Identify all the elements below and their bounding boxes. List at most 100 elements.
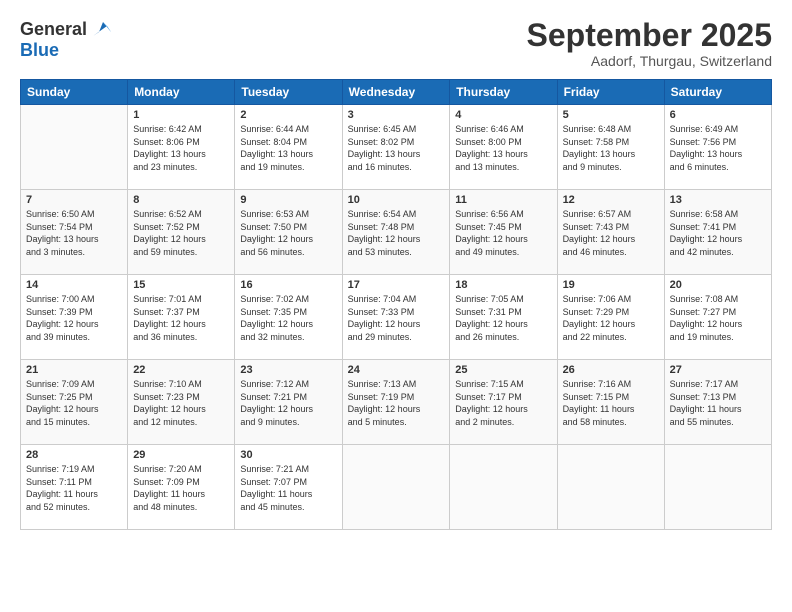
calendar-cell [557, 445, 664, 530]
day-info: Sunrise: 7:17 AMSunset: 7:13 PMDaylight:… [670, 378, 766, 428]
calendar-cell: 5 Sunrise: 6:48 AMSunset: 7:58 PMDaylight… [557, 105, 664, 190]
day-info: Sunrise: 7:01 AMSunset: 7:37 PMDaylight:… [133, 293, 229, 343]
week-row-2: 7 Sunrise: 6:50 AMSunset: 7:54 PMDaylight… [21, 190, 772, 275]
title-block: September 2025 Aadorf, Thurgau, Switzerl… [527, 18, 772, 69]
calendar-cell: 20Sunrise: 7:08 AMSunset: 7:27 PMDayligh… [664, 275, 771, 360]
week-row-3: 14 Sunrise: 7:00 AMSunset: 7:39 PMDayligh… [21, 275, 772, 360]
day-number: 19 [563, 279, 659, 291]
day-number: 30 [240, 449, 336, 461]
day-info: Sunrise: 7:12 AMSunset: 7:21 PMDaylight:… [240, 378, 336, 428]
day-number: 23 [240, 364, 336, 376]
day-info: Sunrise: 6:53 AMSunset: 7:50 PMDaylight:… [240, 208, 336, 258]
day-info: Sunrise: 7:09 AMSunset: 7:25 PMDaylight:… [26, 378, 122, 428]
calendar-cell: 9 Sunrise: 6:53 AMSunset: 7:50 PMDaylight… [235, 190, 342, 275]
day-info: Sunrise: 7:10 AMSunset: 7:23 PMDaylight:… [133, 378, 229, 428]
day-info: Sunrise: 7:06 AMSunset: 7:29 PMDaylight:… [563, 293, 659, 343]
day-info: Sunrise: 7:21 AMSunset: 7:07 PMDaylight:… [240, 463, 336, 513]
calendar-cell: 21 Sunrise: 7:09 AMSunset: 7:25 PMDayligh… [21, 360, 128, 445]
day-number: 1 [133, 109, 229, 121]
calendar-cell: 1 Sunrise: 6:42 AMSunset: 8:06 PMDaylight… [128, 105, 235, 190]
calendar-cell [21, 105, 128, 190]
calendar-cell: 10 Sunrise: 6:54 AMSunset: 7:48 PMDayligh… [342, 190, 450, 275]
day-info: Sunrise: 6:57 AMSunset: 7:43 PMDaylight:… [563, 208, 659, 258]
day-number: 5 [563, 109, 659, 121]
calendar-cell [450, 445, 557, 530]
day-number: 28 [26, 449, 122, 461]
calendar-cell: 29Sunrise: 7:20 AMSunset: 7:09 PMDayligh… [128, 445, 235, 530]
calendar-cell: 6Sunrise: 6:49 AMSunset: 7:56 PMDaylight… [664, 105, 771, 190]
day-number: 15 [133, 279, 229, 291]
weekday-header-monday: Monday [128, 80, 235, 105]
logo-blue-text: Blue [20, 40, 59, 61]
day-number: 24 [348, 364, 445, 376]
day-info: Sunrise: 7:15 AMSunset: 7:17 PMDaylight:… [455, 378, 551, 428]
weekday-header-tuesday: Tuesday [235, 80, 342, 105]
calendar-table: SundayMondayTuesdayWednesdayThursdayFrid… [20, 79, 772, 530]
day-info: Sunrise: 7:00 AMSunset: 7:39 PMDaylight:… [26, 293, 122, 343]
calendar-cell: 27 Sunrise: 7:17 AMSunset: 7:13 PMDayligh… [664, 360, 771, 445]
weekday-header-friday: Friday [557, 80, 664, 105]
calendar-cell [342, 445, 450, 530]
calendar-cell: 26Sunrise: 7:16 AMSunset: 7:15 PMDayligh… [557, 360, 664, 445]
weekday-header-wednesday: Wednesday [342, 80, 450, 105]
day-number: 18 [455, 279, 551, 291]
day-number: 14 [26, 279, 122, 291]
location-subtitle: Aadorf, Thurgau, Switzerland [527, 53, 772, 69]
calendar-cell: 13 Sunrise: 6:58 AMSunset: 7:41 PMDayligh… [664, 190, 771, 275]
day-number: 9 [240, 194, 336, 206]
day-info: Sunrise: 6:48 AMSunset: 7:58 PMDaylight:… [563, 123, 659, 173]
day-info: Sunrise: 6:42 AMSunset: 8:06 PMDaylight:… [133, 123, 229, 173]
logo-icon [89, 18, 111, 40]
calendar-cell: 17Sunrise: 7:04 AMSunset: 7:33 PMDayligh… [342, 275, 450, 360]
month-title: September 2025 [527, 18, 772, 53]
day-number: 13 [670, 194, 766, 206]
day-number: 21 [26, 364, 122, 376]
day-number: 29 [133, 449, 229, 461]
weekday-header-sunday: Sunday [21, 80, 128, 105]
day-info: Sunrise: 6:54 AMSunset: 7:48 PMDaylight:… [348, 208, 445, 258]
calendar-cell: 23 Sunrise: 7:12 AMSunset: 7:21 PMDayligh… [235, 360, 342, 445]
day-info: Sunrise: 7:04 AMSunset: 7:33 PMDaylight:… [348, 293, 445, 343]
week-row-4: 21 Sunrise: 7:09 AMSunset: 7:25 PMDayligh… [21, 360, 772, 445]
logo-general-text: General [20, 19, 87, 40]
day-info: Sunrise: 6:50 AMSunset: 7:54 PMDaylight:… [26, 208, 122, 258]
calendar-cell: 16 Sunrise: 7:02 AMSunset: 7:35 PMDayligh… [235, 275, 342, 360]
day-info: Sunrise: 7:08 AMSunset: 7:27 PMDaylight:… [670, 293, 766, 343]
day-number: 27 [670, 364, 766, 376]
day-number: 8 [133, 194, 229, 206]
day-info: Sunrise: 6:45 AMSunset: 8:02 PMDaylight:… [348, 123, 445, 173]
day-number: 22 [133, 364, 229, 376]
calendar-cell: 24Sunrise: 7:13 AMSunset: 7:19 PMDayligh… [342, 360, 450, 445]
day-number: 10 [348, 194, 445, 206]
calendar-cell: 4 Sunrise: 6:46 AMSunset: 8:00 PMDaylight… [450, 105, 557, 190]
day-info: Sunrise: 6:56 AMSunset: 7:45 PMDaylight:… [455, 208, 551, 258]
calendar-cell [664, 445, 771, 530]
day-number: 3 [348, 109, 445, 121]
calendar-cell: 18Sunrise: 7:05 AMSunset: 7:31 PMDayligh… [450, 275, 557, 360]
calendar-cell: 8Sunrise: 6:52 AMSunset: 7:52 PMDaylight… [128, 190, 235, 275]
calendar-cell: 30 Sunrise: 7:21 AMSunset: 7:07 PMDayligh… [235, 445, 342, 530]
calendar-cell: 14 Sunrise: 7:00 AMSunset: 7:39 PMDayligh… [21, 275, 128, 360]
calendar-cell: 15 Sunrise: 7:01 AMSunset: 7:37 PMDayligh… [128, 275, 235, 360]
day-number: 26 [563, 364, 659, 376]
page-header: General Blue September 2025 Aadorf, Thur… [20, 18, 772, 69]
calendar-cell: 2Sunrise: 6:44 AMSunset: 8:04 PMDaylight… [235, 105, 342, 190]
weekday-header-row: SundayMondayTuesdayWednesdayThursdayFrid… [21, 80, 772, 105]
day-number: 12 [563, 194, 659, 206]
day-info: Sunrise: 6:58 AMSunset: 7:41 PMDaylight:… [670, 208, 766, 258]
weekday-header-saturday: Saturday [664, 80, 771, 105]
day-number: 2 [240, 109, 336, 121]
calendar-cell: 12 Sunrise: 6:57 AMSunset: 7:43 PMDayligh… [557, 190, 664, 275]
day-number: 7 [26, 194, 122, 206]
weekday-header-thursday: Thursday [450, 80, 557, 105]
day-number: 4 [455, 109, 551, 121]
week-row-1: 1 Sunrise: 6:42 AMSunset: 8:06 PMDaylight… [21, 105, 772, 190]
calendar-cell: 3 Sunrise: 6:45 AMSunset: 8:02 PMDaylight… [342, 105, 450, 190]
day-info: Sunrise: 7:02 AMSunset: 7:35 PMDaylight:… [240, 293, 336, 343]
calendar-cell: 25 Sunrise: 7:15 AMSunset: 7:17 PMDayligh… [450, 360, 557, 445]
day-number: 25 [455, 364, 551, 376]
day-info: Sunrise: 6:46 AMSunset: 8:00 PMDaylight:… [455, 123, 551, 173]
day-number: 16 [240, 279, 336, 291]
calendar-cell: 22 Sunrise: 7:10 AMSunset: 7:23 PMDayligh… [128, 360, 235, 445]
calendar-cell: 7 Sunrise: 6:50 AMSunset: 7:54 PMDaylight… [21, 190, 128, 275]
